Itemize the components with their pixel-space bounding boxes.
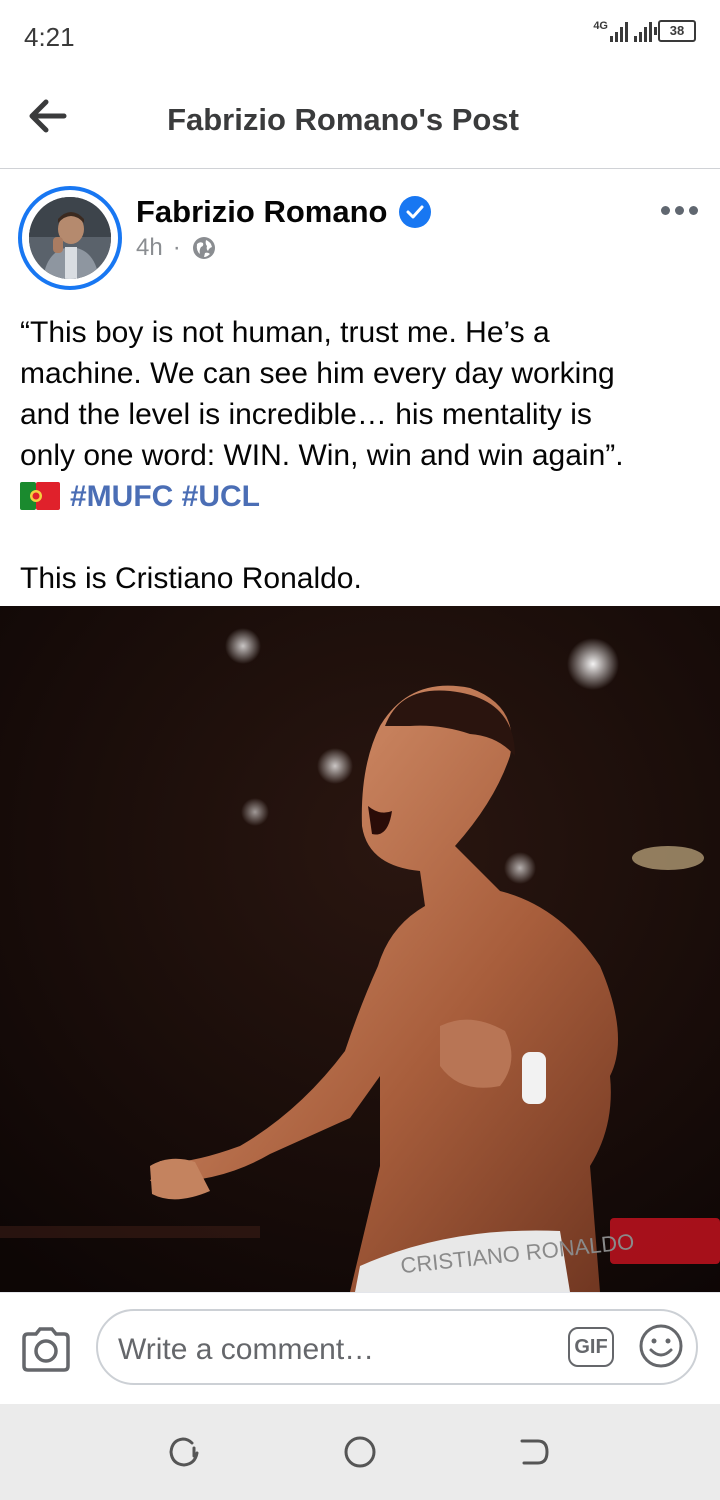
home-icon[interactable] [342, 1434, 378, 1470]
post-line: machine. We can see him every day workin… [20, 357, 615, 390]
camera-icon[interactable] [20, 1326, 72, 1372]
post-line: “This boy is not human, trust me. He’s a [20, 316, 550, 349]
author-name[interactable]: Fabrizio Romano [136, 194, 387, 230]
comment-placeholder: Write a comment… [118, 1333, 375, 1366]
meta-separator: · [172, 234, 181, 261]
signal-icon [610, 20, 628, 42]
comment-bar: Write a comment… GIF [0, 1292, 720, 1405]
post-photo[interactable]: CRISTIANO RONALDO [0, 606, 720, 1292]
top-header: Fabrizio Romano's Post [0, 72, 720, 169]
avatar-image [29, 197, 111, 279]
page-title: Fabrizio Romano's Post [167, 102, 519, 137]
back-nav-icon[interactable] [516, 1434, 552, 1470]
network-type: 4G [593, 20, 608, 32]
status-icons: 4G 38 [593, 20, 696, 42]
portugal-flag-icon [20, 482, 60, 510]
status-bar: 4:21 4G 38 [0, 0, 720, 72]
recent-apps-icon[interactable] [166, 1434, 202, 1470]
post-closing-line: This is Cristiano Ronaldo. [20, 562, 362, 595]
status-time: 4:21 [24, 22, 75, 52]
comment-input[interactable]: Write a comment… GIF [96, 1309, 698, 1385]
post-time[interactable]: 4h [136, 234, 163, 262]
emoji-icon[interactable] [638, 1323, 684, 1369]
gif-button[interactable]: GIF [568, 1327, 614, 1367]
signal-icon-2 [634, 20, 652, 42]
post-text: “This boy is not human, trust me. He’s a… [20, 312, 710, 599]
avatar[interactable] [18, 186, 122, 290]
post-meta: 4h · [136, 234, 217, 262]
globe-icon [192, 237, 215, 259]
post-author[interactable]: Fabrizio Romano [136, 194, 432, 230]
post-line: and the level is incredible… his mentali… [20, 398, 592, 431]
verified-badge-icon [399, 196, 432, 228]
system-nav-bar [0, 1404, 720, 1500]
hashtags-link[interactable]: #MUFC #UCL [70, 480, 260, 513]
hashtag-line: #MUFC #UCL [20, 476, 710, 517]
post-line: only one word: WIN. Win, win and win aga… [20, 439, 624, 472]
more-options-icon[interactable] [661, 206, 698, 215]
battery-icon: 38 [654, 20, 696, 42]
